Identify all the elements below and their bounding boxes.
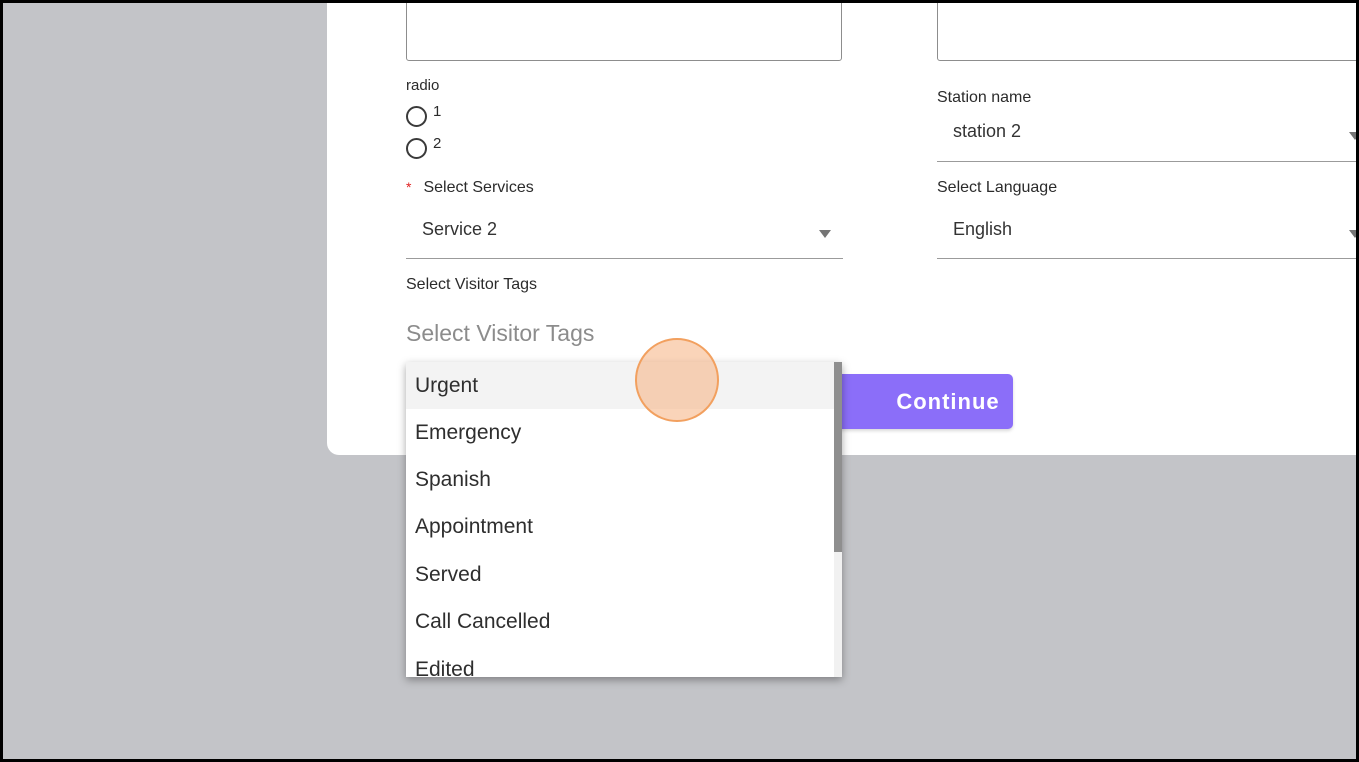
visitor-tags-dropdown[interactable]: Urgent Emergency Spanish Appointment Ser…	[406, 362, 842, 677]
required-asterisk: *	[406, 179, 412, 195]
radio-option-label: 1	[433, 103, 442, 120]
station-name-label: Station name	[937, 89, 1032, 106]
dropdown-option[interactable]: Emergency	[406, 409, 834, 456]
language-select[interactable]: English	[937, 213, 1356, 259]
station-name-select[interactable]: station 2	[937, 115, 1356, 162]
dropdown-option[interactable]: Appointment	[406, 503, 834, 550]
visitor-tags-label: Select Visitor Tags	[406, 276, 538, 293]
chevron-down-icon	[1349, 132, 1356, 140]
continue-button[interactable]: Continue	[833, 374, 1013, 429]
top-right-text-field[interactable]	[937, 3, 1356, 61]
screen-frame: radio 1 2 * Select Services Service 2 Sel…	[3, 3, 1356, 759]
dropdown-scrollbar-thumb[interactable]	[834, 362, 842, 552]
radio-button-icon[interactable]	[406, 138, 427, 159]
radio-button-icon[interactable]	[406, 106, 427, 127]
services-select-value: Service 2	[422, 219, 498, 239]
radio-option-2[interactable]: 2	[406, 135, 442, 159]
radio-group-label: radio	[406, 77, 440, 94]
visitor-tags-input[interactable]: Select Visitor Tags	[406, 320, 594, 347]
radio-option-label: 2	[433, 135, 442, 152]
chevron-down-icon	[819, 230, 831, 238]
services-select[interactable]: Service 2	[406, 213, 843, 259]
chevron-down-icon	[1349, 230, 1356, 238]
language-label: Select Language	[937, 179, 1058, 196]
services-label: * Select Services	[406, 179, 534, 197]
dropdown-option[interactable]: Call Cancelled	[406, 598, 834, 645]
dropdown-option[interactable]: Urgent	[406, 362, 834, 409]
station-name-value: station 2	[953, 121, 1022, 141]
radio-option-1[interactable]: 1	[406, 103, 442, 127]
dropdown-option[interactable]: Spanish	[406, 456, 834, 503]
services-label-text: Select Services	[423, 179, 534, 196]
dropdown-option[interactable]: Edited	[406, 646, 834, 677]
language-select-value: English	[953, 219, 1013, 239]
top-left-text-field[interactable]	[406, 3, 842, 61]
dropdown-option[interactable]: Served	[406, 551, 834, 598]
continue-button-label: Continue	[896, 388, 1000, 414]
click-indicator	[635, 338, 719, 422]
